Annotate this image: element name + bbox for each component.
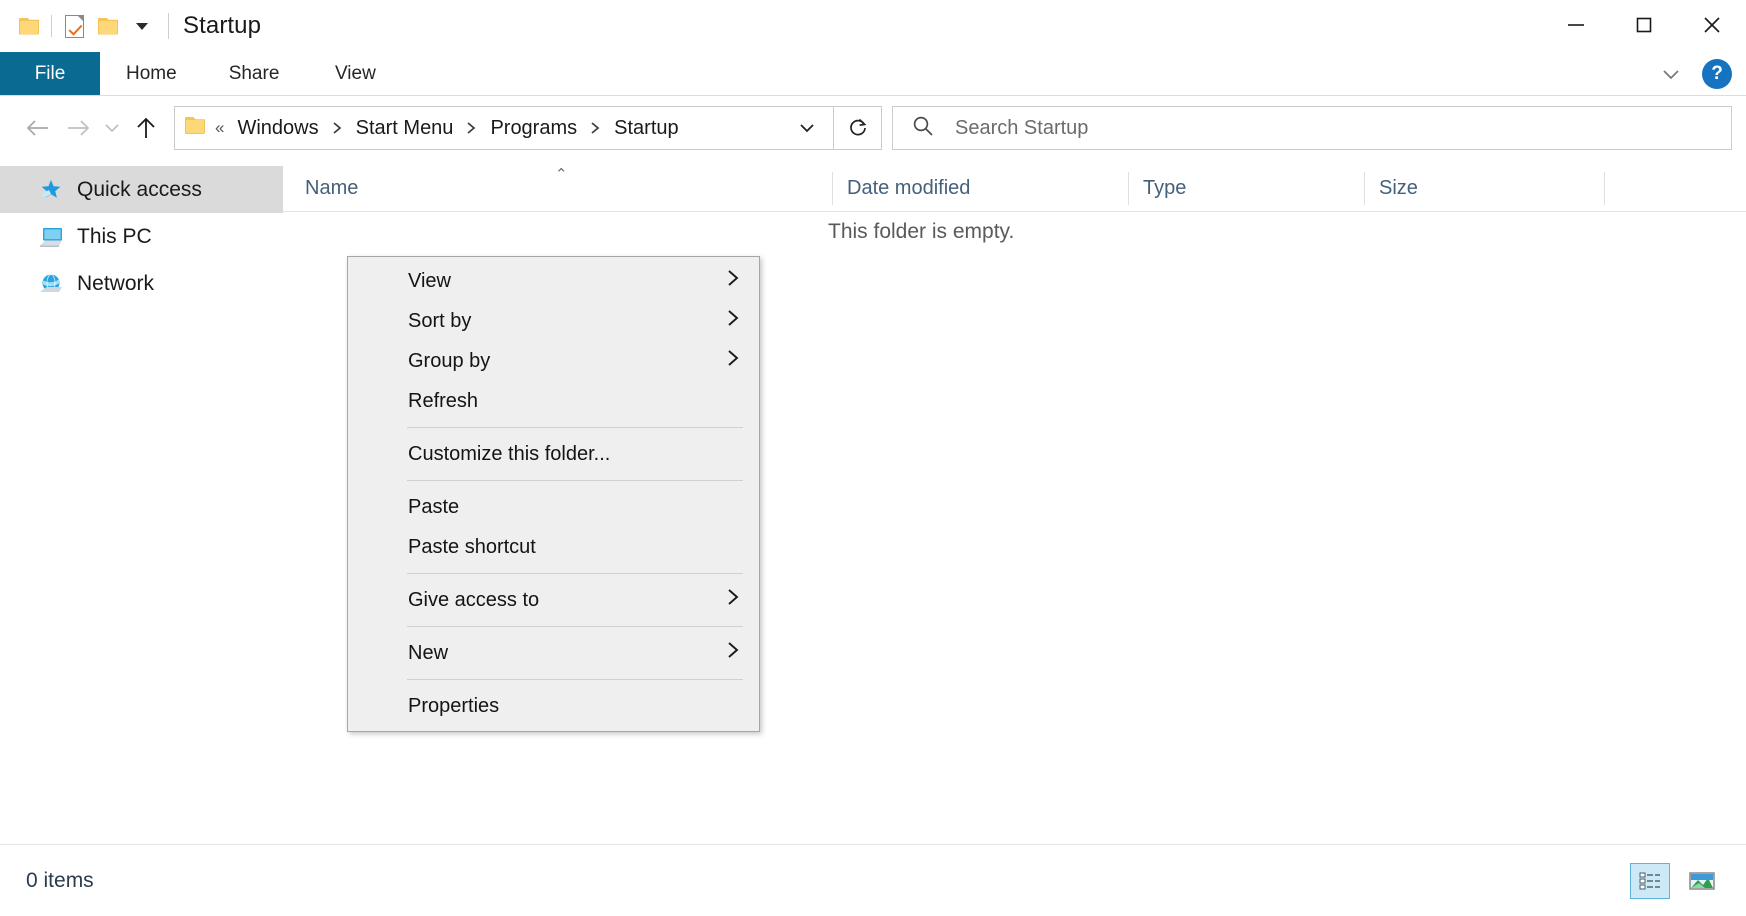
help-button[interactable]: ? [1702,59,1732,89]
tab-home[interactable]: Home [100,52,203,95]
chevron-right-icon [726,640,741,666]
menu-item-label: Refresh [408,389,479,412]
sidebar-item-label: Quick access [77,177,202,201]
breadcrumb-dropdown-button[interactable] [787,120,827,136]
sidebar-item-quick-access[interactable]: Quick access [0,166,283,213]
forward-button[interactable] [58,108,98,148]
caret-down-icon [136,22,148,30]
menu-item-label: Properties [408,694,500,717]
navigation-pane: Quick access This PC Network [0,160,283,844]
chevron-right-icon[interactable] [457,121,486,135]
context-menu: View Sort by Group by Refresh Customize … [347,256,760,732]
expand-ribbon-button[interactable] [1660,63,1682,85]
qat-properties-button[interactable] [57,9,91,43]
menu-item-group-by[interactable]: Group by [348,341,759,381]
menu-item-label: Sort by [408,309,472,332]
menu-item-customize-this-folder[interactable]: Customize this folder... [348,434,759,474]
close-button[interactable] [1678,0,1746,49]
title-bar: Startup [0,0,1746,52]
breadcrumb[interactable]: « Windows Start Menu Programs Startup [174,106,834,150]
empty-folder-message: This folder is empty. [828,220,1015,243]
column-header-name[interactable]: Name [283,172,833,211]
menu-item-new[interactable]: New [348,633,759,673]
menu-separator [407,573,743,574]
menu-item-label: Give access to [408,588,540,611]
menu-separator [407,427,743,428]
window-title: Startup [183,12,262,39]
chevron-right-icon [726,348,741,374]
status-bar: 0 items [0,844,1746,916]
tab-share[interactable]: Share [203,52,306,95]
maximize-button[interactable] [1610,0,1678,49]
menu-item-view[interactable]: View [348,261,759,301]
menu-item-paste-shortcut[interactable]: Paste shortcut [348,527,759,567]
chevron-right-icon [726,587,741,613]
minimize-button[interactable] [1542,0,1610,49]
breadcrumb-overflow[interactable]: « [215,118,224,138]
breadcrumb-start-menu[interactable]: Start Menu [352,114,458,143]
computer-icon [38,225,64,249]
ribbon-controls: ? [1660,52,1732,96]
qat-new-folder-button[interactable] [91,9,125,43]
column-header-size[interactable]: Size [1365,172,1605,211]
menu-item-properties[interactable]: Properties [348,686,759,726]
address-bar: « Windows Start Menu Programs Startup Se… [0,96,1746,160]
back-button[interactable] [18,108,58,148]
column-header-type[interactable]: Type [1129,172,1365,211]
breadcrumb-windows[interactable]: Windows [233,114,322,143]
large-icons-view-button[interactable] [1682,863,1722,899]
menu-item-label: View [408,269,451,292]
explorer-body: Quick access This PC Network ⌃ Name Date… [0,160,1746,844]
column-header-date-modified[interactable]: Date modified [833,172,1129,211]
tab-view[interactable]: View [305,52,405,95]
menu-item-give-access-to[interactable]: Give access to [348,580,759,620]
up-button[interactable] [126,108,166,148]
quick-access-toolbar [12,9,159,43]
breadcrumb-programs[interactable]: Programs [486,114,581,143]
folder-icon [98,18,118,35]
recent-locations-button[interactable] [98,108,126,148]
chevron-right-icon[interactable] [581,121,610,135]
search-input[interactable]: Search Startup [892,106,1732,150]
qat-customize-button[interactable] [125,9,159,43]
sidebar-item-network[interactable]: Network [0,260,283,307]
view-toggle-group [1630,862,1722,899]
menu-item-label: New [408,641,449,664]
details-view-button[interactable] [1630,862,1670,899]
search-placeholder: Search Startup [955,116,1089,139]
menu-separator [407,626,743,627]
menu-item-paste[interactable]: Paste [348,487,759,527]
chevron-right-icon[interactable] [323,121,352,135]
chevron-right-icon [726,308,741,334]
sidebar-item-label: This PC [77,224,152,248]
sidebar-item-label: Network [77,271,155,295]
menu-separator [407,480,743,481]
divider [168,13,169,39]
sidebar-item-this-pc[interactable]: This PC [0,213,283,260]
column-headers: ⌃ Name Date modified Type Size [283,160,1746,212]
ribbon-tabs: File Home Share View ? [0,52,1746,96]
menu-item-label: Group by [408,349,491,372]
window-controls [1542,0,1746,49]
menu-item-refresh[interactable]: Refresh [348,381,759,421]
search-icon [911,114,935,143]
item-count: 0 items [26,868,94,892]
qat-folder-button[interactable] [12,9,46,43]
menu-separator [407,679,743,680]
menu-item-label: Customize this folder... [408,442,611,465]
file-explorer-window: Startup File Home Share View ? « Windows… [0,0,1746,916]
folder-icon [19,18,39,35]
tab-file[interactable]: File [0,52,100,95]
network-globe-icon [38,272,64,296]
chevron-right-icon [726,268,741,294]
menu-item-label: Paste shortcut [408,535,536,558]
divider [51,15,52,37]
menu-item-label: Paste [408,495,460,518]
document-checkmark-icon [64,14,84,38]
breadcrumb-startup[interactable]: Startup [610,114,682,143]
refresh-button[interactable] [834,106,882,150]
folder-icon [185,117,205,139]
star-pin-icon [38,178,64,202]
menu-item-sort-by[interactable]: Sort by [348,301,759,341]
